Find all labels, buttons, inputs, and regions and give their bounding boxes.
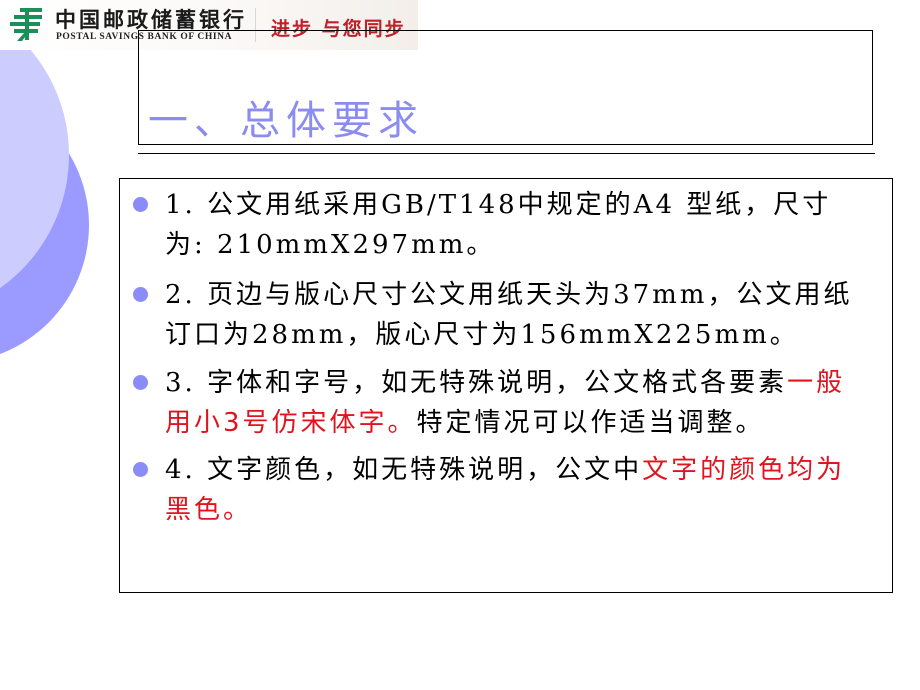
list-item-text: 1. 公文用纸采用GB/T148中规定的A4 型纸，尺寸为: 210mmX297… (165, 185, 865, 265)
postal-logo-icon (10, 8, 42, 41)
text-segment: 2. 页边与版心尺寸公文用纸天头为37mm，公文用纸订口为28mm，版心尺寸为1… (165, 280, 853, 350)
text-segment: 3. 字体和字号，如无特殊说明，公文格式各要素 (165, 368, 788, 398)
list-item-text: 4. 文字颜色，如无特殊说明，公文中文字的颜色均为黑色。 (165, 450, 865, 530)
list-item-text: 3. 字体和字号，如无特殊说明，公文格式各要素一般用小3号仿宋体字。特定情况可以… (165, 363, 865, 443)
text-segment: 特定情况可以作适当调整。 (416, 408, 765, 438)
bullet-icon (133, 197, 148, 212)
bullet-icon (133, 462, 148, 477)
list-item-text: 2. 页边与版心尺寸公文用纸天头为37mm，公文用纸订口为28mm，版心尺寸为1… (165, 275, 865, 355)
bullet-icon (133, 375, 148, 390)
text-segment: 1. 公文用纸采用GB/T148中规定的A4 型纸，尺寸为: 210mmX297… (165, 190, 832, 260)
text-segment: 4. 文字颜色，如无特殊说明，公文中 (165, 455, 643, 485)
title-underline (138, 153, 875, 154)
slide-title: 一、总体要求 (148, 98, 424, 144)
bullet-icon (133, 287, 148, 302)
